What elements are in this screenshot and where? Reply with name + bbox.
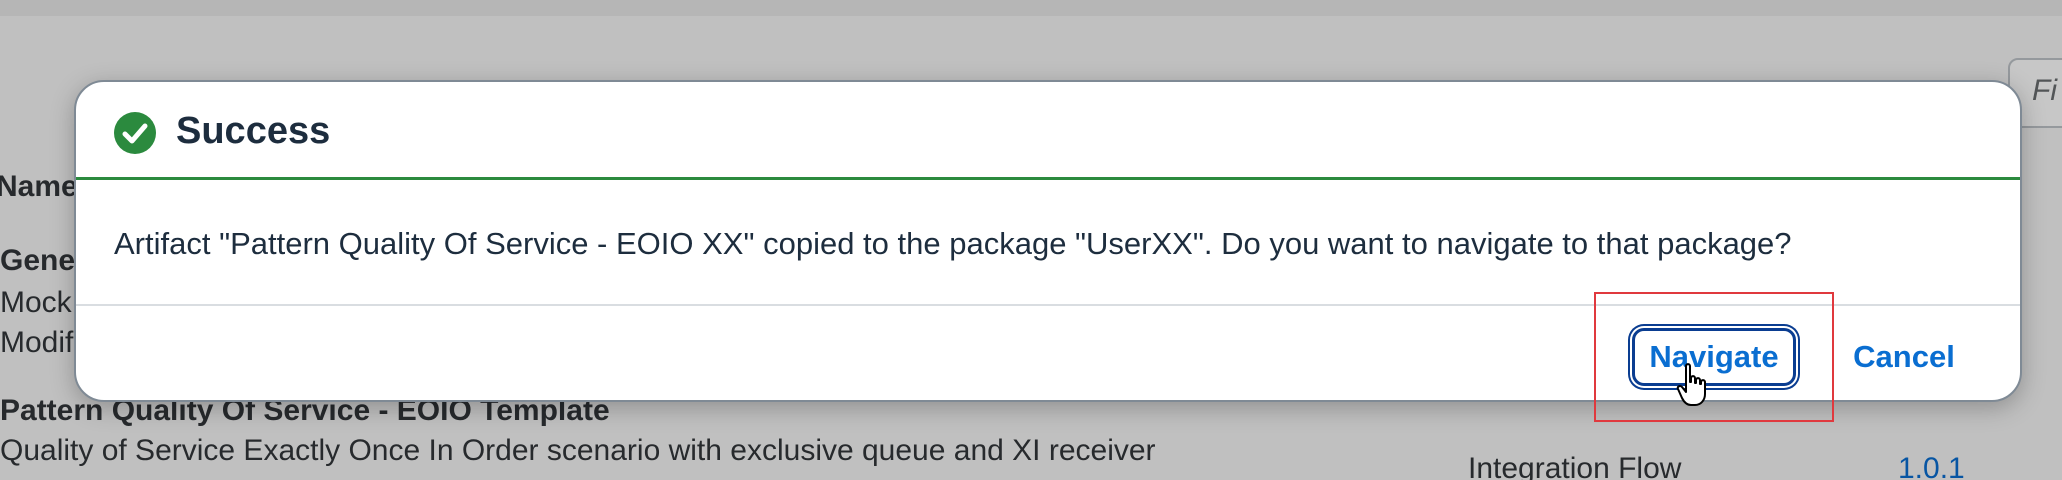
checkmark-circle-icon bbox=[114, 112, 156, 154]
cancel-button[interactable]: Cancel bbox=[1834, 330, 1974, 384]
dialog-message: Artifact "Pattern Quality Of Service - E… bbox=[114, 226, 1792, 261]
hand-cursor-icon bbox=[1676, 363, 1706, 406]
navigate-button[interactable]: Navigate bbox=[1632, 328, 1796, 386]
dialog-header: Success bbox=[76, 82, 2020, 180]
dialog-title: Success bbox=[176, 110, 331, 152]
